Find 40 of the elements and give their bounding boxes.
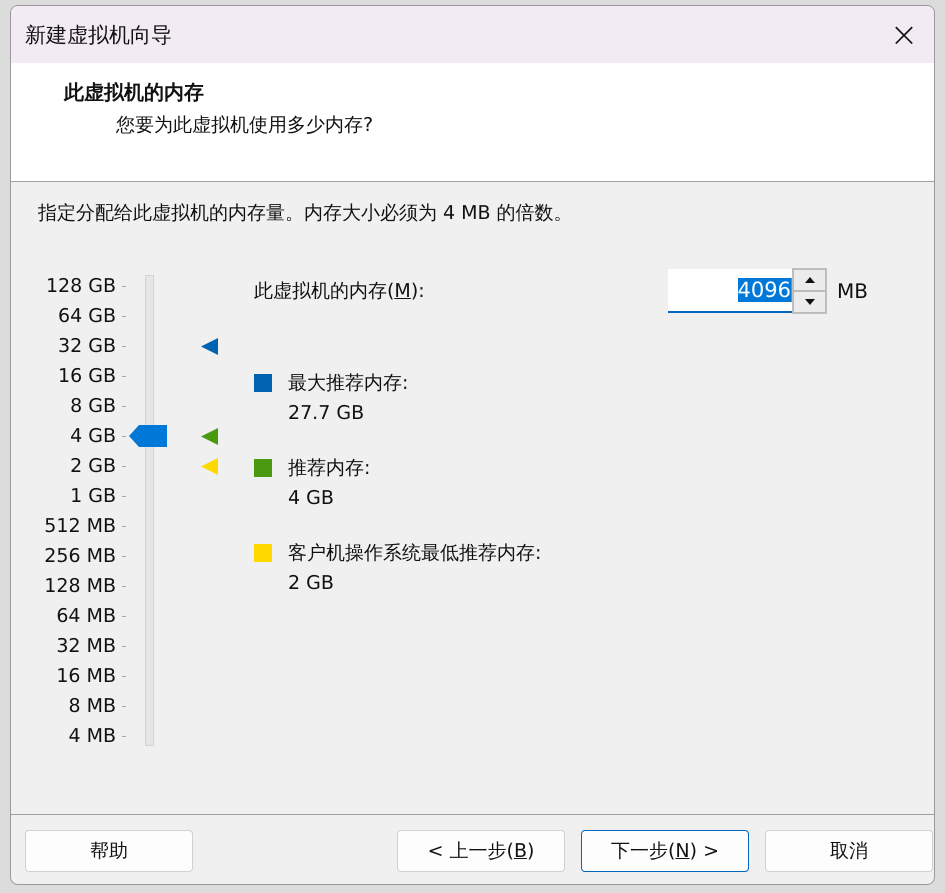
legend-label: 最大推荐内存: [288, 371, 410, 396]
tick-label: 8 MB [68, 695, 116, 717]
memory-label: 此虚拟机的内存(M): [254, 279, 426, 304]
tick-label: 8 GB [70, 395, 116, 417]
dialog-button[interactable]: 取消 [765, 830, 933, 872]
unit-label: MB [837, 279, 868, 303]
slider-thumb[interactable] [129, 424, 167, 447]
tick-label: 64 GB [58, 305, 116, 327]
legend-value: 4 GB [288, 487, 335, 509]
tick-label: 2 GB [70, 455, 116, 477]
dialog-button[interactable]: 下一步(N) > [581, 830, 749, 872]
memory-input[interactable]: 4096 [668, 269, 792, 313]
slider-track[interactable] [145, 275, 154, 746]
tick-label: 1 GB [70, 485, 116, 507]
window-title: 新建虚拟机向导 [25, 22, 172, 48]
spin-down-button[interactable] [793, 291, 826, 313]
close-button[interactable]: × [874, 6, 934, 63]
tick-label: 32 GB [58, 335, 116, 357]
legend-value: 2 GB [288, 572, 335, 594]
tick-label: 32 MB [56, 635, 116, 657]
tick-label: 64 MB [56, 605, 116, 627]
page-title: 此虚拟机的内存 [64, 80, 205, 106]
tick-label: 4 GB [70, 425, 116, 447]
caret-down-icon [804, 299, 814, 305]
tick-label: 512 MB [44, 515, 116, 537]
legend-value: 27.7 GB [288, 402, 366, 424]
tick-label: 4 MB [68, 725, 116, 747]
dialog-button[interactable]: < 上一步(B) [397, 830, 565, 872]
page-subtitle: 您要为此虚拟机使用多少内存? [115, 113, 374, 138]
tick-label: 128 MB [44, 575, 116, 597]
spin-up-button[interactable] [793, 269, 826, 291]
tick-label: 256 MB [44, 545, 116, 567]
legend-label: 推荐内存: [288, 456, 372, 481]
dialog-button[interactable]: 帮助 [25, 830, 193, 872]
caret-up-icon [804, 277, 814, 283]
tick-label: 128 GB [46, 275, 116, 297]
description-text: 指定分配给此虚拟机的内存量。内存大小必须为 4 MB 的倍数。 [38, 201, 574, 226]
tick-label: 16 MB [56, 665, 116, 687]
tick-label: 16 GB [58, 365, 116, 387]
legend-label: 客户机操作系统最低推荐内存: [288, 541, 542, 566]
